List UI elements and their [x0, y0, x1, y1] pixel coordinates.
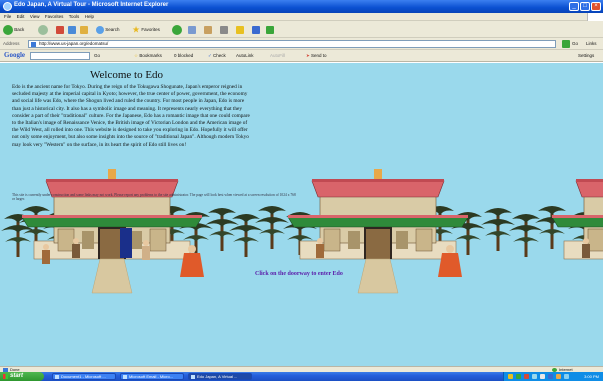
page-content: Welcome to Edo Edo is the ancient name f… — [0, 63, 603, 366]
word-icon — [55, 375, 59, 379]
google-search-input[interactable] — [30, 52, 90, 60]
discuss-icon — [252, 25, 260, 34]
messenger-button[interactable] — [266, 24, 274, 35]
windows-flag-icon — [587, 13, 603, 21]
home-icon — [80, 25, 88, 34]
folder-icon — [236, 25, 244, 34]
forward-button[interactable] — [38, 24, 48, 35]
close-button[interactable]: × — [591, 2, 601, 11]
maximize-button[interactable]: □ — [580, 2, 590, 11]
go-arrow-icon[interactable] — [562, 40, 570, 48]
print-button[interactable] — [220, 24, 228, 35]
tray-icon[interactable] — [532, 374, 537, 379]
refresh-icon — [68, 25, 76, 34]
favorites-button[interactable]: ★ Favorites — [132, 24, 160, 35]
search-button[interactable]: Search — [96, 24, 120, 35]
send-icon: ➤ — [306, 53, 310, 58]
mail-button[interactable] — [204, 24, 212, 35]
menu-tools[interactable]: Tools — [69, 13, 80, 21]
google-settings-button[interactable]: Settings — [578, 53, 594, 58]
back-arrow-icon — [3, 24, 13, 35]
window-title: Edo Japan, A Virtual Tour - Microsoft In… — [14, 2, 169, 8]
ie-app-icon — [191, 375, 195, 379]
history-icon — [188, 25, 196, 34]
discuss-button[interactable] — [252, 24, 260, 35]
home-button[interactable] — [80, 24, 88, 35]
edit-button[interactable] — [236, 24, 244, 35]
back-button[interactable]: Back — [3, 24, 24, 35]
menu-bar: File Edit View Favorites Tools Help — [0, 13, 603, 21]
window-titlebar[interactable]: Edo Japan, A Virtual Tour - Microsoft In… — [0, 0, 603, 13]
small-note: This site is currently under constructio… — [12, 193, 296, 202]
minimize-button[interactable]: _ — [569, 2, 579, 11]
tray-icon[interactable] — [508, 374, 513, 379]
entrance-door[interactable] — [120, 228, 132, 258]
media-icon — [172, 24, 182, 35]
star-icon: ★ — [132, 24, 141, 35]
system-tray: 3:00 PM — [503, 372, 603, 381]
messenger-icon — [266, 25, 274, 34]
refresh-button[interactable] — [68, 24, 76, 35]
taskbar-item-document1[interactable]: Document1 - Microsoft ... — [52, 373, 116, 380]
address-input[interactable]: http://www.us-japan.org/edomatsu/ — [28, 40, 556, 48]
ie-logo-icon — [3, 2, 12, 11]
links-button[interactable]: Links — [586, 41, 597, 46]
forward-arrow-icon — [38, 24, 48, 35]
taskbar-item-email[interactable]: Microsoft Email - Micro... — [120, 373, 184, 380]
google-go-button[interactable]: Go — [94, 53, 100, 58]
enter-edo-link[interactable]: Click on the doorway to enter Edo — [255, 271, 343, 277]
history-button[interactable] — [188, 24, 196, 35]
clock[interactable]: 3:00 PM — [584, 372, 599, 381]
edo-street-scene — [1, 168, 603, 294]
google-toolbar: Google Go ☆ Bookmarks 0 blocked ✓ Check … — [0, 50, 603, 62]
address-label: Address — [3, 41, 20, 46]
menu-view[interactable]: View — [30, 13, 40, 21]
google-logo[interactable]: Google — [4, 51, 25, 59]
search-icon — [96, 25, 104, 34]
start-button[interactable]: start — [0, 372, 44, 381]
tray-icon[interactable] — [556, 374, 561, 379]
stop-button[interactable] — [56, 24, 64, 35]
page-icon — [31, 42, 36, 47]
autofill-button[interactable]: AutoFill — [270, 53, 285, 58]
standard-toolbar: Back Search ★ Favorites — [0, 21, 603, 38]
tray-icon[interactable] — [548, 374, 553, 379]
menu-file[interactable]: File — [4, 13, 11, 21]
mail-icon — [204, 25, 212, 34]
bookmark-star-icon: ☆ — [134, 53, 139, 58]
tray-icon[interactable] — [524, 374, 529, 379]
menu-favorites[interactable]: Favorites — [45, 13, 64, 21]
tray-icon[interactable] — [540, 374, 545, 379]
tray-icon[interactable] — [564, 374, 569, 379]
spellcheck-button[interactable]: ✓ Check — [208, 53, 226, 59]
windows-logo-icon — [3, 374, 8, 379]
media-button[interactable] — [172, 24, 182, 35]
go-button[interactable]: Go — [572, 41, 578, 46]
taskbar: start Document1 - Microsoft ... Microsof… — [0, 372, 603, 381]
bookmarks-button[interactable]: ☆ Bookmarks — [134, 53, 162, 59]
check-icon: ✓ — [208, 53, 212, 58]
autolink-button[interactable]: AutoLink — [236, 53, 254, 58]
stop-icon — [56, 25, 64, 34]
mail-app-icon — [123, 375, 127, 379]
popup-blocked-button[interactable]: 0 blocked — [174, 53, 193, 58]
address-url: http://www.us-japan.org/edomatsu/ — [39, 41, 109, 46]
send-to-button[interactable]: ➤ Send to — [306, 53, 327, 59]
print-icon — [220, 25, 228, 34]
tray-icon[interactable] — [516, 374, 521, 379]
menu-help[interactable]: Help — [85, 13, 94, 21]
taskbar-item-edo-japan[interactable]: Edo Japan, A Virtual ... — [188, 373, 252, 380]
address-bar: Address http://www.us-japan.org/edomatsu… — [0, 38, 603, 50]
menu-edit[interactable]: Edit — [17, 13, 25, 21]
